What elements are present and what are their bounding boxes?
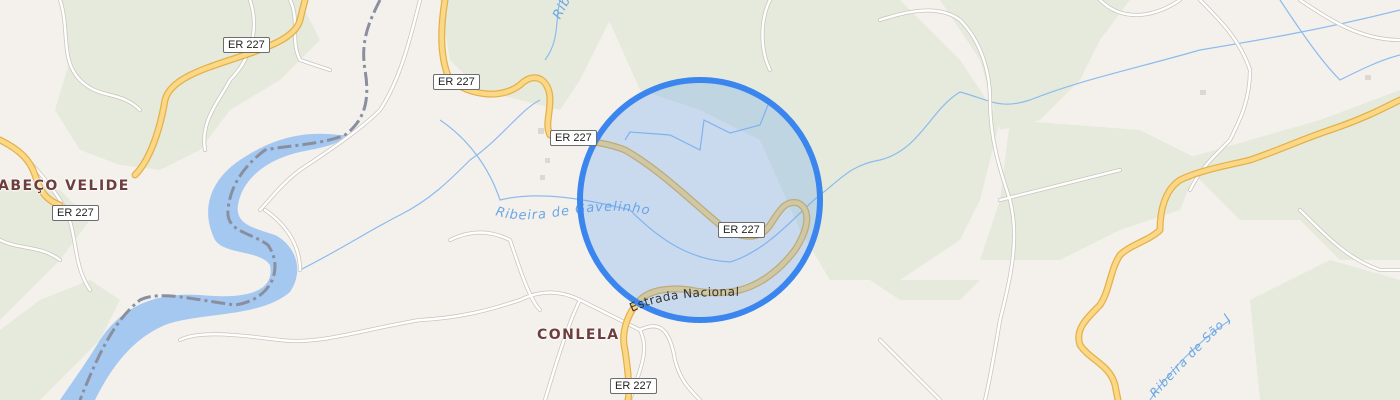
road-shield-er227: ER 227 xyxy=(52,205,99,221)
place-label-conlela: CONLELA xyxy=(537,327,620,343)
map-canvas[interactable]: Ribeira de Gavelinho Ribeira Ribeira de … xyxy=(0,0,1400,400)
forest-area xyxy=(440,0,620,110)
forest-area xyxy=(1250,260,1400,400)
road-shield-er227: ER 227 xyxy=(433,74,480,90)
stream xyxy=(299,99,541,271)
road-shield-er227: ER 227 xyxy=(550,130,597,146)
road-shield-er227: ER 227 xyxy=(718,222,765,238)
selection-circle[interactable] xyxy=(577,77,823,323)
reservoir xyxy=(60,133,345,400)
road-shield-er227: ER 227 xyxy=(610,378,657,394)
place-label-cabeco-velide: ABEÇO VELIDE xyxy=(0,178,130,194)
map-base-layer: Ribeira de Gavelinho Ribeira Ribeira de … xyxy=(0,0,1400,400)
forest-area xyxy=(870,280,980,300)
road-shield-er227: ER 227 xyxy=(223,37,270,53)
